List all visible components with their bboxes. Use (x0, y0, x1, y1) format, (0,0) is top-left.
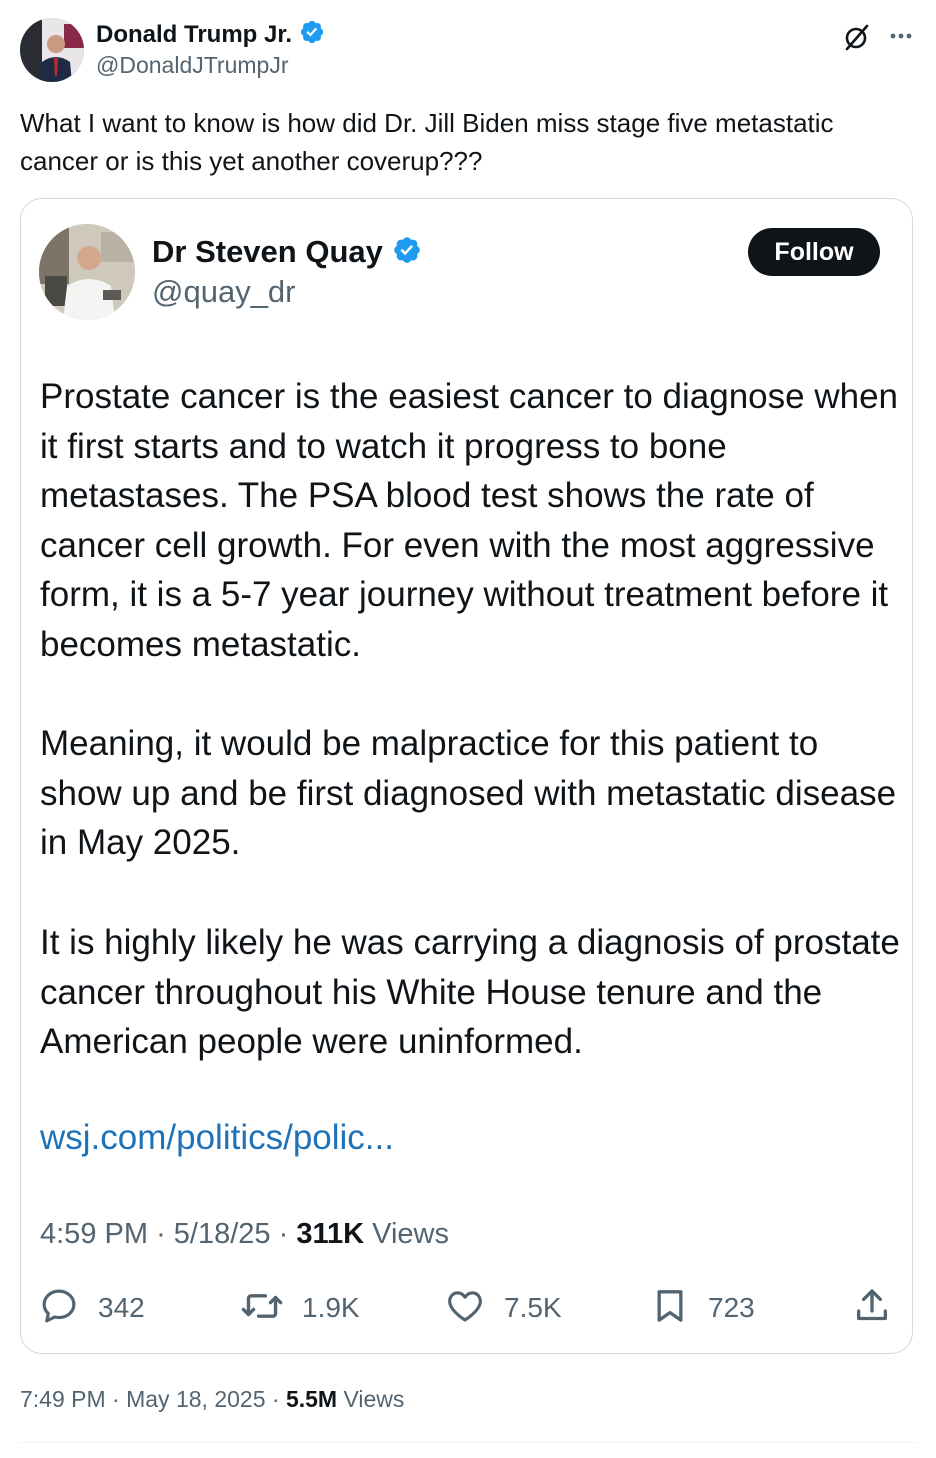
reply-count: 342 (98, 1292, 145, 1323)
quoted-tweet-meta: 4:59 PM · 5/18/25 · 311K Views (40, 1218, 449, 1251)
verified-badge-icon (392, 235, 422, 273)
repost-icon (240, 1285, 284, 1332)
quoted-author-avatar[interactable] (39, 224, 135, 320)
author-avatar[interactable] (20, 18, 84, 82)
tweet-views-count: 5.5M (285, 1386, 338, 1412)
quoted-author-name[interactable]: Dr Steven Quay (152, 234, 422, 273)
bookmark-button[interactable]: 723 (650, 1286, 755, 1330)
quoted-tweet-paragraph: It is highly likely he was carrying a di… (40, 923, 900, 1062)
quoted-tweet-views-label: Views (372, 1218, 449, 1250)
divider (20, 1442, 916, 1443)
grok-icon[interactable] (842, 22, 872, 52)
share-button[interactable] (852, 1286, 892, 1330)
more-icon[interactable] (886, 22, 916, 52)
article-link[interactable]: wsj.com/politics/polic... (40, 1118, 394, 1158)
tweet-date[interactable]: May 18, 2025 (126, 1386, 265, 1412)
author-name-text[interactable]: Donald Trump Jr. (96, 21, 292, 48)
quoted-author-handle[interactable]: @quay_dr (152, 274, 296, 310)
reply-button[interactable]: 342 (38, 1286, 145, 1330)
repost-count: 1.9K (302, 1292, 360, 1323)
quoted-tweet-date[interactable]: 5/18/25 (174, 1218, 271, 1250)
tweet-time[interactable]: 7:49 PM (20, 1386, 106, 1412)
quoted-tweet-paragraph: Prostate cancer is the easiest cancer to… (40, 377, 898, 664)
bookmark-icon (650, 1285, 690, 1332)
tweet-text: What I want to know is how did Dr. Jill … (20, 108, 834, 176)
like-count: 7.5K (504, 1292, 562, 1323)
like-icon (444, 1285, 486, 1332)
meta-separator: · (278, 1218, 297, 1250)
share-icon (852, 1285, 892, 1332)
quoted-author-name-text[interactable]: Dr Steven Quay (152, 234, 383, 269)
like-button[interactable]: 7.5K (444, 1286, 562, 1330)
author-handle[interactable]: @DonaldJTrumpJr (96, 52, 289, 79)
tweet-views-label: Views (343, 1386, 405, 1412)
reply-icon (38, 1285, 80, 1332)
meta-separator: · (271, 1386, 286, 1412)
quoted-tweet-paragraph: Meaning, it would be malpractice for thi… (40, 724, 897, 863)
bookmark-count: 723 (708, 1292, 755, 1323)
repost-button[interactable]: 1.9K (240, 1286, 360, 1330)
follow-button[interactable]: Follow (748, 228, 880, 276)
meta-separator: · (112, 1386, 127, 1412)
quoted-tweet-views-count: 311K (296, 1218, 365, 1250)
verified-badge-icon (299, 19, 325, 52)
quoted-tweet-time[interactable]: 4:59 PM (40, 1218, 148, 1250)
tweet-meta: 7:49 PM · May 18, 2025 · 5.5M Views (20, 1386, 404, 1413)
author-name[interactable]: Donald Trump Jr. (96, 19, 325, 52)
meta-separator: · (156, 1218, 174, 1250)
